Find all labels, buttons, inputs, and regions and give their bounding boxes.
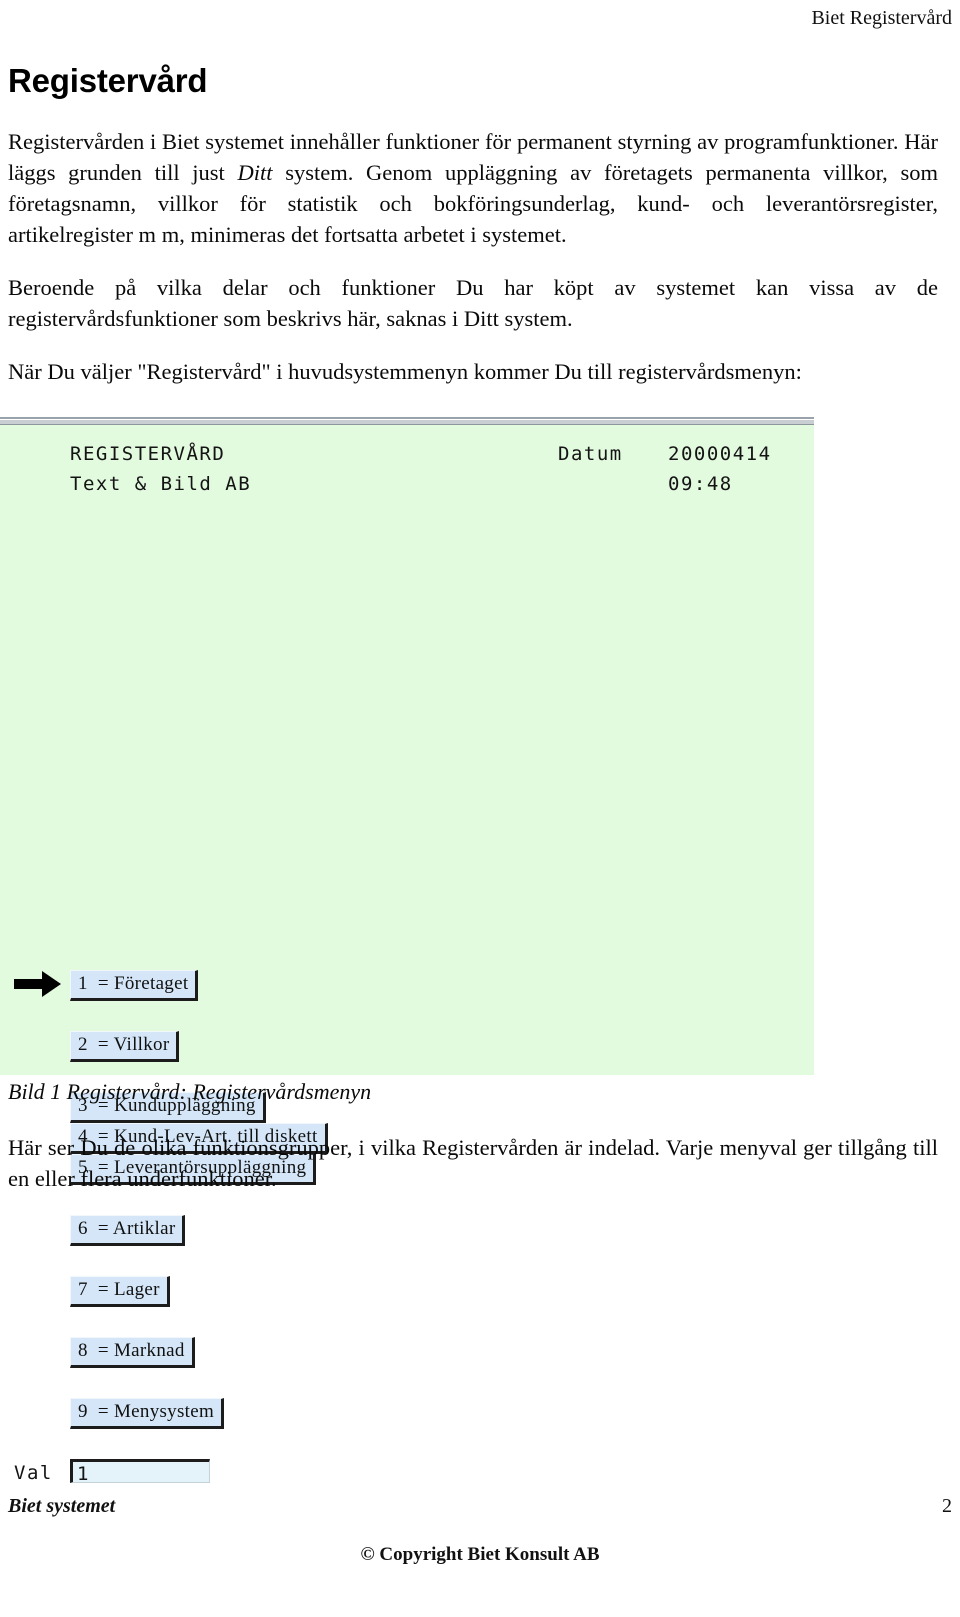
terminal-company-name: Text & Bild AB <box>70 473 252 495</box>
document-content: Registervård Registervården i Biet syste… <box>8 62 938 409</box>
running-header: Biet Registervård <box>811 7 952 29</box>
footer-page-number: 2 <box>942 1495 952 1517</box>
paragraph-menu-lead-in: När Du väljer "Registervård" i huvudsyst… <box>8 359 802 384</box>
menu-option-6[interactable]: 6 = Artiklar <box>70 1215 186 1246</box>
paragraph-intro: Registervården i Biet systemet innehålle… <box>8 126 938 250</box>
terminal-title-bar <box>0 416 814 425</box>
menu-option-8[interactable]: 8 = Marknad <box>70 1337 195 1368</box>
menu-option-9[interactable]: 9 = Menysystem <box>70 1398 225 1429</box>
terminal-prompt-label: Val <box>14 1462 53 1484</box>
paragraph-intro-emphasis: Ditt <box>237 160 273 185</box>
footer-system-name: Biet systemet <box>8 1495 116 1517</box>
paragraph-availability: Beroende på vilka delar och funktioner D… <box>8 275 938 331</box>
paragraph-function-groups: Här ser Du de olika funktionsgrupper, i … <box>8 1135 938 1191</box>
page-title: Registervård <box>8 62 208 99</box>
menu-option-7[interactable]: 7 = Lager <box>70 1276 170 1307</box>
menu-option-1[interactable]: 1 = Företaget <box>70 970 199 1001</box>
terminal-prompt-input[interactable]: 1 <box>70 1459 210 1485</box>
terminal-date-label: Datum <box>558 443 623 465</box>
terminal-screen: REGISTERVÅRD Text & Bild AB Datum 200004… <box>0 425 814 1485</box>
terminal-date-value: 20000414 <box>668 443 772 465</box>
terminal-screenshot-figure: REGISTERVÅRD Text & Bild AB Datum 200004… <box>0 416 814 1485</box>
figure-caption: Bild 1 Registervård: Registervårdsmenyn <box>8 1079 372 1104</box>
terminal-screen-title: REGISTERVÅRD <box>70 443 226 465</box>
footer-copyright: © Copyright Biet Konsult AB <box>360 1544 600 1565</box>
terminal-time-value: 09:48 <box>668 473 733 495</box>
menu-option-2[interactable]: 2 = Villkor <box>70 1031 180 1062</box>
document-page: Biet Registervård Registervård Registerv… <box>0 0 960 1617</box>
right-arrow-icon <box>14 971 61 997</box>
page-footer: Biet systemet 2 <box>8 1493 952 1519</box>
